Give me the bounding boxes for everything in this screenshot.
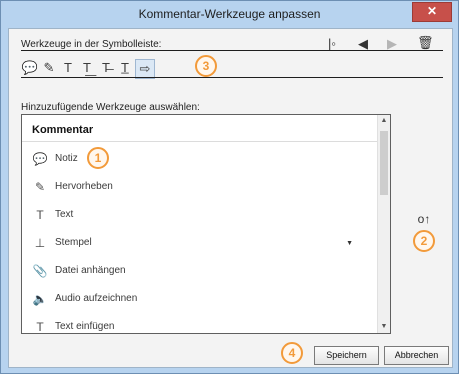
tools-list-label: Hinzuzufügende Werkzeuge auswählen: xyxy=(21,102,200,113)
list-item-label: Hervorheben xyxy=(55,181,113,192)
scroll-thumb[interactable] xyxy=(380,131,388,195)
tools-listbox[interactable]: Kommentar 💬 Notiz ✎ Hervorheben T Text ⊥ Stempe… xyxy=(21,114,391,334)
stamp-icon: ⊥ xyxy=(34,236,46,250)
speech-bubble-icon: 💬 xyxy=(32,152,48,166)
scrollbar[interactable]: ▲ ▼ xyxy=(377,115,390,333)
save-button[interactable]: Speichern xyxy=(314,346,379,365)
arrow-icon[interactable]: ⇨ xyxy=(135,59,155,79)
highlighter-icon[interactable]: ✎ xyxy=(40,59,58,77)
dialog-window: Kommentar-Werkzeuge anpassen ✕ Werkzeuge… xyxy=(0,0,459,374)
underline-text-icon[interactable]: T̲ xyxy=(116,59,134,77)
insert-text-icon[interactable]: T͟ xyxy=(78,59,96,77)
list-item[interactable]: 📎 Datei anhängen xyxy=(22,258,377,286)
top-divider xyxy=(21,50,443,51)
comment-icon[interactable]: 💬 xyxy=(21,59,39,77)
list-item-label: Text einfügen xyxy=(55,321,115,332)
text-icon[interactable]: T xyxy=(59,59,77,77)
toolbar-divider xyxy=(21,77,443,78)
highlighter-icon: ✎ xyxy=(34,180,46,194)
speaker-icon: 🔈 xyxy=(32,292,48,306)
insert-text-icon: T xyxy=(36,320,44,334)
text-icon: T xyxy=(36,208,44,222)
callout-4: 4 xyxy=(281,342,303,364)
toolbar-tools-label: Werkzeuge in der Symbolleiste: xyxy=(21,39,162,50)
list-item-label: Datei anhängen xyxy=(55,265,126,276)
list-item[interactable]: T Text xyxy=(22,202,377,230)
list-item[interactable]: T Text einfügen xyxy=(22,314,377,334)
list-item[interactable]: ⊥ Stempel ▼ xyxy=(22,230,377,258)
list-item-label: Text xyxy=(55,209,74,220)
callout-2: 2 xyxy=(413,230,435,252)
strikethrough-text-icon[interactable]: T̶ xyxy=(97,59,115,77)
list-header-divider xyxy=(22,141,377,142)
trash-icon[interactable]: 🗑 xyxy=(417,35,434,51)
scroll-down-icon[interactable]: ▼ xyxy=(378,321,390,333)
close-button[interactable]: ✕ xyxy=(412,2,452,22)
list-header: Kommentar xyxy=(32,124,94,136)
cancel-button[interactable]: Abbrechen xyxy=(384,346,449,365)
scroll-up-icon[interactable]: ▲ xyxy=(378,115,390,127)
list-item[interactable]: ✎ Hervorheben xyxy=(22,174,377,202)
list-item-label: Audio aufzeichnen xyxy=(55,293,138,304)
list-item-label: Notiz xyxy=(55,153,78,164)
list-item[interactable]: 🔈 Audio aufzeichnen xyxy=(22,286,377,314)
callout-1: 1 xyxy=(87,147,109,169)
paperclip-icon: 📎 xyxy=(32,264,48,278)
list-item-label: Stempel xyxy=(55,237,92,248)
list-item[interactable]: 💬 Notiz xyxy=(22,146,377,174)
callout-3: 3 xyxy=(195,55,217,77)
dropdown-caret-icon[interactable]: ▼ xyxy=(346,240,353,247)
dialog-title: Kommentar-Werkzeuge anpassen xyxy=(138,7,321,21)
title-bar: Kommentar-Werkzeuge anpassen ✕ xyxy=(1,1,458,27)
add-to-toolbar-icon[interactable]: o↑ xyxy=(414,211,434,227)
